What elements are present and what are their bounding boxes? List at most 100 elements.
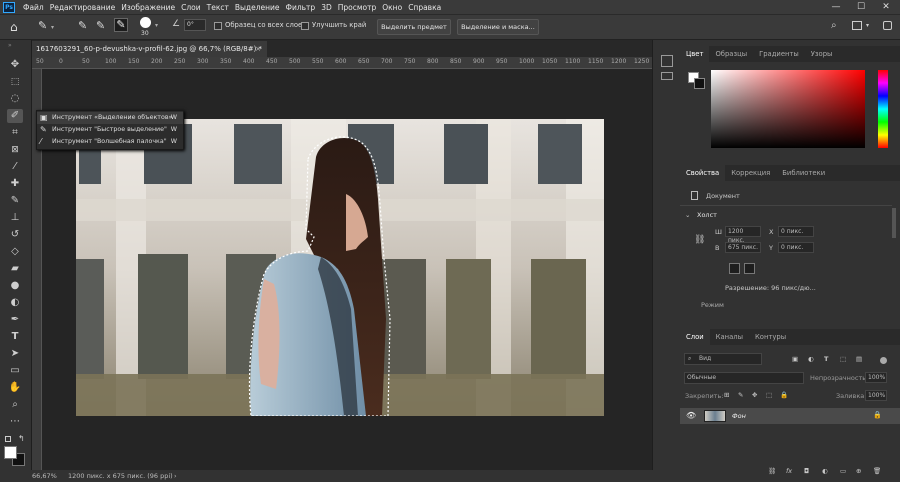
menu-select[interactable]: Выделение xyxy=(232,3,283,12)
marquee-tool-icon[interactable]: ⬚ xyxy=(7,75,23,89)
width-input[interactable]: 1200 пикс. xyxy=(725,226,761,244)
flyout-object-selection-tool[interactable]: ▣ Инструмент «Выделение объектов» W xyxy=(37,112,183,124)
dodge-tool-icon[interactable]: ◐ xyxy=(7,296,23,310)
new-group-icon[interactable]: ▭ xyxy=(840,467,846,475)
edit-toolbar-icon[interactable]: ⋯ xyxy=(7,415,23,429)
close-tab-icon[interactable]: × xyxy=(255,41,261,57)
sample-all-layers-checkbox[interactable] xyxy=(214,22,222,30)
swap-colors-icon[interactable]: ↰ xyxy=(18,434,25,443)
workspace-chevron-icon[interactable]: ▾ xyxy=(866,22,869,29)
panel-icon-properties[interactable] xyxy=(661,72,673,80)
tab-properties[interactable]: Свойства xyxy=(680,165,726,181)
tab-patterns[interactable]: Узоры xyxy=(805,46,839,62)
brush-preview-icon[interactable] xyxy=(140,17,151,28)
select-subject-button[interactable]: Выделить предмет xyxy=(377,19,451,35)
landscape-orientation-icon[interactable] xyxy=(744,263,755,274)
menu-edit[interactable]: Редактирование xyxy=(47,3,118,12)
status-arrow-icon[interactable]: › xyxy=(174,470,177,482)
layer-filter-select[interactable]: ⌕ Вид xyxy=(684,353,762,365)
toolbar-collapse-icon[interactable]: » xyxy=(8,42,12,49)
filter-shape-icon[interactable]: ⬚ xyxy=(840,355,846,363)
menu-help[interactable]: Справка xyxy=(405,3,444,12)
tab-channels[interactable]: Каналы xyxy=(710,329,749,345)
lock-image-icon[interactable]: ✎ xyxy=(738,391,743,399)
filter-toggle-icon[interactable] xyxy=(880,357,887,364)
hand-tool-icon[interactable]: ✋ xyxy=(7,381,23,395)
properties-scrollbar[interactable] xyxy=(892,208,896,238)
brush-tool-icon[interactable]: ✎ xyxy=(7,194,23,208)
new-selection-brush-icon[interactable]: ✎ xyxy=(78,19,87,32)
close-window-button[interactable]: ✕ xyxy=(876,0,896,14)
object-selection-tool-icon[interactable]: ✐ xyxy=(7,109,23,123)
menu-layers[interactable]: Слои xyxy=(178,3,204,12)
tab-swatches[interactable]: Образцы xyxy=(709,46,753,62)
layer-row-background[interactable]: 👁 Фон 🔒 xyxy=(680,408,900,424)
flyout-quick-selection-tool[interactable]: ✎ Инструмент "Быстрое выделение" W xyxy=(37,124,183,136)
tab-libraries[interactable]: Библиотеки xyxy=(776,165,831,181)
crop-tool-icon[interactable]: ⌗ xyxy=(7,126,23,140)
eyedropper-tool-icon[interactable]: ⁄ xyxy=(7,160,23,174)
menu-3d[interactable]: 3D xyxy=(318,3,335,12)
gradient-tool-icon[interactable]: ▰ xyxy=(7,262,23,276)
pen-tool-icon[interactable]: ✒ xyxy=(7,313,23,327)
share-icon[interactable] xyxy=(883,21,892,30)
new-layer-icon[interactable]: ⊕ xyxy=(856,467,861,475)
lock-all-icon[interactable]: 🔒 xyxy=(780,391,788,399)
add-mask-icon[interactable]: ◘ xyxy=(804,467,809,475)
search-icon[interactable]: ⌕ xyxy=(831,20,837,31)
add-to-selection-brush-icon[interactable]: ✎ xyxy=(96,19,105,32)
menu-image[interactable]: Изображение xyxy=(118,3,178,12)
filter-smart-object-icon[interactable]: ▤ xyxy=(856,355,862,363)
link-layers-icon[interactable]: ⛓ xyxy=(768,467,776,475)
angle-input[interactable]: 0° xyxy=(184,19,206,31)
enhance-edge-checkbox[interactable] xyxy=(301,22,309,30)
type-tool-icon[interactable]: T xyxy=(7,330,23,344)
lock-position-icon[interactable]: ✥ xyxy=(752,391,757,399)
path-selection-tool-icon[interactable]: ➤ xyxy=(7,347,23,361)
color-picker-field[interactable] xyxy=(711,70,865,148)
quick-selection-tool-icon[interactable]: ✎ xyxy=(38,19,47,32)
brush-chevron-icon[interactable]: ▾ xyxy=(155,22,158,29)
menu-text[interactable]: Текст xyxy=(204,3,232,12)
menu-file[interactable]: Файл xyxy=(20,3,47,12)
lock-transparent-icon[interactable]: ⊞ xyxy=(724,391,729,399)
select-and-mask-button[interactable]: Выделение и маска... xyxy=(457,19,539,35)
layer-lock-icon[interactable]: 🔒 xyxy=(873,411,882,419)
hue-slider[interactable] xyxy=(878,70,888,148)
menu-view[interactable]: Просмотр xyxy=(335,3,380,12)
canvas-section-chevron-icon[interactable]: ⌄ xyxy=(685,211,690,219)
blur-tool-icon[interactable]: ● xyxy=(7,279,23,293)
link-dimensions-icon[interactable]: ⛓ xyxy=(694,235,705,245)
tool-preset-chevron-icon[interactable]: ▾ xyxy=(51,24,54,31)
flyout-magic-wand-tool[interactable]: ⁄ Инструмент "Волшебная палочка" W xyxy=(37,136,183,148)
tab-gradients[interactable]: Градиенты xyxy=(753,46,805,62)
delete-layer-icon[interactable]: 🗑 xyxy=(873,467,881,475)
maximize-button[interactable]: ☐ xyxy=(851,0,871,14)
filter-adjustment-icon[interactable]: ◐ xyxy=(808,355,814,363)
menu-window[interactable]: Окно xyxy=(379,3,405,12)
eraser-tool-icon[interactable]: ◇ xyxy=(7,245,23,259)
tab-layers[interactable]: Слои xyxy=(680,329,710,345)
adjustment-layer-icon[interactable]: ◐ xyxy=(822,467,828,475)
portrait-orientation-icon[interactable] xyxy=(729,263,740,274)
layer-style-icon[interactable]: fx xyxy=(786,467,792,475)
rectangle-tool-icon[interactable]: ▭ xyxy=(7,364,23,378)
clone-stamp-tool-icon[interactable]: ⊥ xyxy=(7,211,23,225)
blend-mode-select[interactable]: Обычные xyxy=(684,372,804,384)
y-input[interactable]: 0 пикс. xyxy=(778,242,814,253)
minimize-button[interactable]: — xyxy=(826,0,846,14)
history-brush-tool-icon[interactable]: ↺ xyxy=(7,228,23,242)
frame-tool-icon[interactable]: ⊠ xyxy=(7,143,23,157)
subtract-from-selection-brush-icon[interactable]: ✎ xyxy=(114,18,128,32)
tab-adjustments[interactable]: Коррекция xyxy=(725,165,776,181)
layer-name[interactable]: Фон xyxy=(732,412,746,420)
workspace-icon[interactable] xyxy=(852,21,862,30)
default-colors-icon[interactable] xyxy=(5,436,11,442)
layer-visibility-eye-icon[interactable]: 👁 xyxy=(686,411,696,420)
tab-color[interactable]: Цвет xyxy=(680,46,710,62)
home-icon[interactable]: ⌂ xyxy=(10,20,18,34)
zoom-level[interactable]: 66,67% xyxy=(32,470,57,482)
foreground-color-swatch[interactable] xyxy=(4,446,17,459)
zoom-tool-icon[interactable]: ⌕ xyxy=(7,398,23,412)
lock-artboard-icon[interactable]: ⬚ xyxy=(766,391,772,399)
